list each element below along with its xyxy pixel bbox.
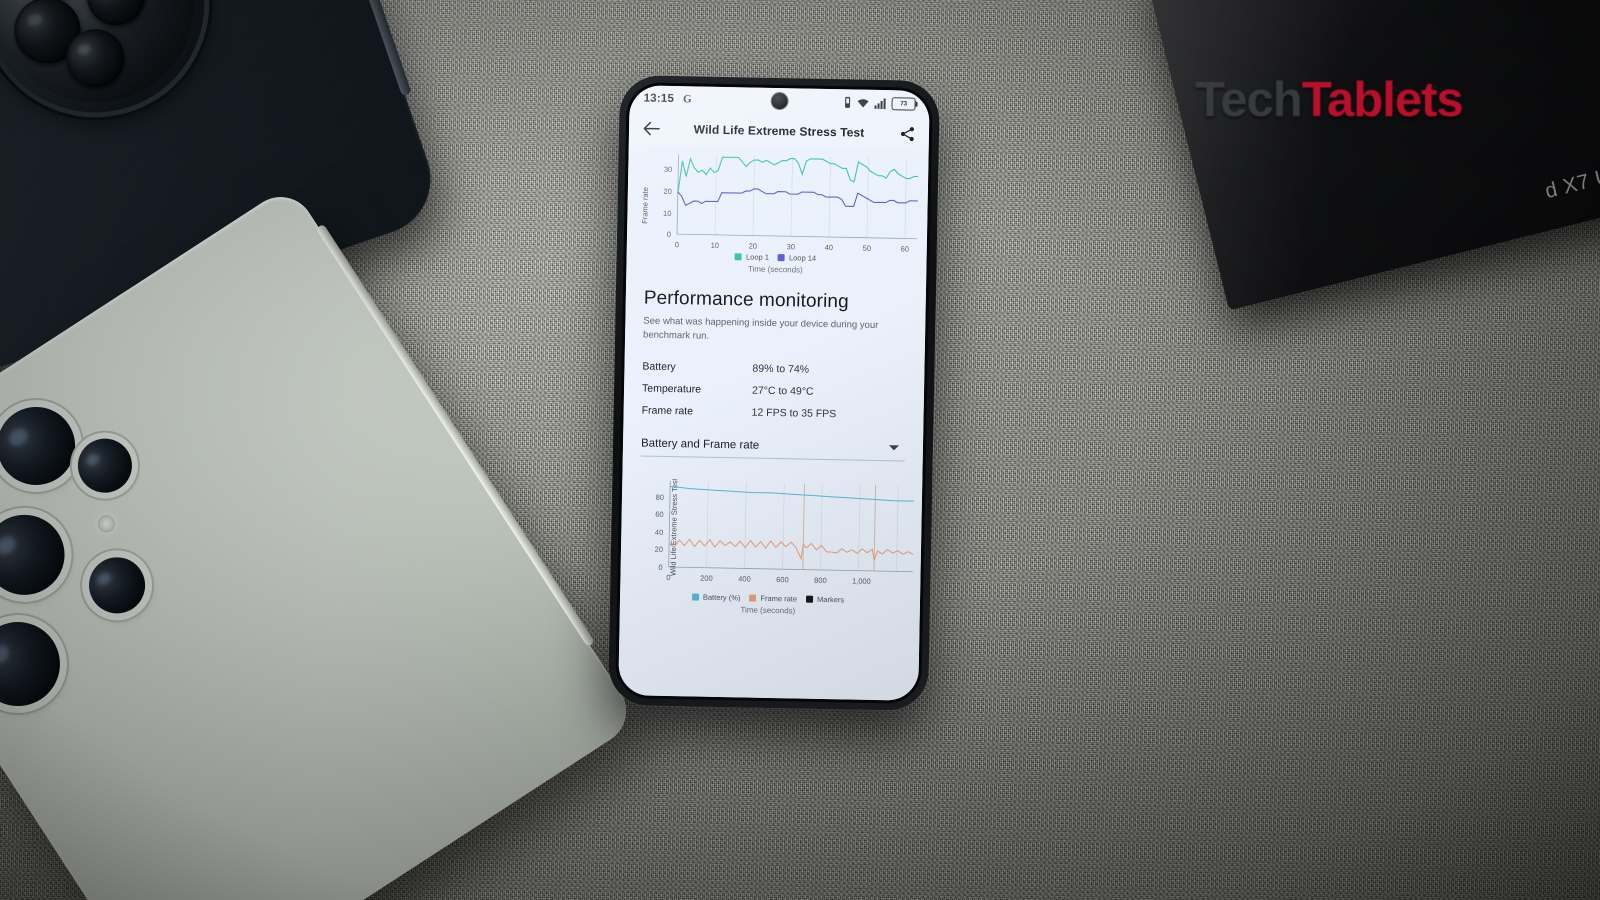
dropdown-selected-value: Battery and Frame rate	[640, 436, 760, 452]
battery-frame-rate-chart: 0 20 40 60 80 Wild Life Extreme Stress T…	[620, 478, 923, 624]
series-line-loop-1	[677, 156, 919, 195]
gridlines	[668, 480, 899, 571]
wifi-icon	[857, 98, 869, 107]
stats-table: Battery 89% to 74% Temperature 27°C to 4…	[641, 355, 906, 426]
stat-label: Frame rate	[641, 403, 694, 417]
x-tick: 400	[738, 574, 751, 583]
legend-label: Loop 14	[788, 253, 817, 263]
marker-line	[802, 483, 805, 570]
y-axis-label: Wild Life Extreme Stress Test	[668, 478, 679, 576]
back-arrow-icon	[643, 121, 660, 136]
phone-screen: 13:15 G 73 Wild Life Extreme Stress Test…	[618, 85, 930, 701]
legend-item: Loop 14	[777, 253, 817, 263]
y-tick: 40	[655, 527, 664, 536]
x-axis	[668, 566, 913, 572]
frame-rate-chart-svg: 0 10 20 30 Frame rate 0 10 20 30 40 50 6…	[640, 154, 919, 254]
battery-icon: 73	[891, 96, 916, 111]
signal-icon	[874, 98, 886, 109]
photo-scene: d X7 Ultra TechTablets 13	[0, 0, 1600, 900]
legend-swatch	[806, 595, 814, 603]
x-tick: 1,000	[852, 576, 871, 585]
series-line-loop-14	[677, 188, 918, 207]
chart-selector-dropdown[interactable]: Battery and Frame rate	[640, 436, 906, 462]
x-tick: 20	[749, 241, 758, 250]
x-tick: 40	[825, 243, 834, 252]
y-tick: 0	[658, 562, 662, 571]
battery-chart-svg: 0 20 40 60 80 Wild Life Extreme Stress T…	[655, 478, 914, 585]
marker-lines	[802, 483, 877, 571]
channel-watermark: TechTablets	[1195, 72, 1464, 128]
x-tick: 60	[901, 244, 910, 253]
x-tick: 10	[711, 241, 720, 250]
back-button[interactable]	[641, 118, 661, 138]
y-tick-20: 20	[663, 187, 672, 196]
share-icon	[900, 126, 914, 141]
x-tick: 0	[666, 572, 670, 581]
x-tick: 0	[675, 240, 679, 249]
stat-value: 89% to 74%	[752, 362, 810, 376]
y-tick-30: 30	[664, 165, 673, 174]
y-tick-0: 0	[667, 230, 671, 239]
chevron-down-icon	[888, 445, 900, 451]
watermark-part-1: Tech	[1195, 73, 1303, 127]
stat-value: 12 FPS to 35 FPS	[751, 406, 837, 420]
google-icon: G	[682, 93, 692, 106]
legend-swatch	[777, 254, 786, 262]
x-axis	[677, 233, 917, 240]
series-line-battery	[670, 485, 914, 502]
y-tick: 80	[656, 492, 665, 501]
legend-label: Markers	[817, 594, 845, 604]
legend-swatch	[734, 253, 743, 261]
x-tick: 50	[863, 244, 872, 253]
performance-monitoring-section: Performance monitoring See what was happ…	[623, 273, 926, 426]
bottom-chart-x-axis-label: Time (seconds)	[740, 604, 796, 615]
x-tick: 800	[814, 575, 827, 584]
app-bar: Wild Life Extreme Stress Test	[628, 111, 930, 151]
section-heading: Performance monitoring	[643, 287, 849, 313]
watermark-part-2: Tablets	[1301, 73, 1464, 127]
front-camera-punch-hole	[771, 92, 788, 110]
gridlines	[676, 154, 907, 239]
center-phone-device: 13:15 G 73 Wild Life Extreme Stress Test…	[607, 74, 941, 712]
page-title: Wild Life Extreme Stress Test	[693, 122, 865, 140]
legend-label: Frame rate	[760, 593, 798, 604]
section-subtext: See what was happening inside your devic…	[642, 315, 879, 342]
x-tick: 200	[700, 573, 713, 582]
stat-label: Temperature	[641, 381, 702, 396]
scroll-content[interactable]: 0 10 20 30 Frame rate 0 10 20 30 40 50 6…	[618, 145, 929, 701]
legend-item: Frame rate	[749, 593, 797, 603]
legend-swatch	[691, 592, 699, 601]
y-tick-10: 10	[663, 209, 672, 218]
series-line-frame-rate	[668, 538, 914, 562]
phone-bezel: 13:15 G 73 Wild Life Extreme Stress Test…	[615, 82, 933, 704]
legend-item: Battery (%)	[691, 592, 741, 602]
y-tick: 60	[655, 509, 664, 518]
legend-label: Battery (%)	[702, 592, 741, 602]
status-bar-icons: 73	[843, 96, 916, 111]
x-tick: 30	[787, 242, 796, 251]
legend-label: Loop 1	[745, 252, 770, 262]
stat-label: Battery	[642, 360, 676, 373]
table-row: Frame rate 12 FPS to 35 FPS	[641, 399, 905, 426]
legend-item: Loop 1	[734, 252, 770, 262]
battery-percent-label: 73	[900, 99, 908, 107]
x-tick: 600	[776, 575, 789, 584]
status-bar-clock: 13:15	[643, 92, 675, 106]
y-axis-label: Frame rate	[640, 187, 650, 224]
stat-value: 27°C to 49°C	[751, 384, 814, 398]
legend-item: Markers	[806, 594, 844, 604]
y-tick: 20	[655, 544, 664, 553]
share-button[interactable]	[897, 123, 917, 143]
legend-swatch	[749, 594, 757, 602]
frame-rate-loop-chart: 0 10 20 30 Frame rate 0 10 20 30 40 50 6…	[626, 145, 928, 279]
vibrate-icon	[845, 96, 851, 108]
